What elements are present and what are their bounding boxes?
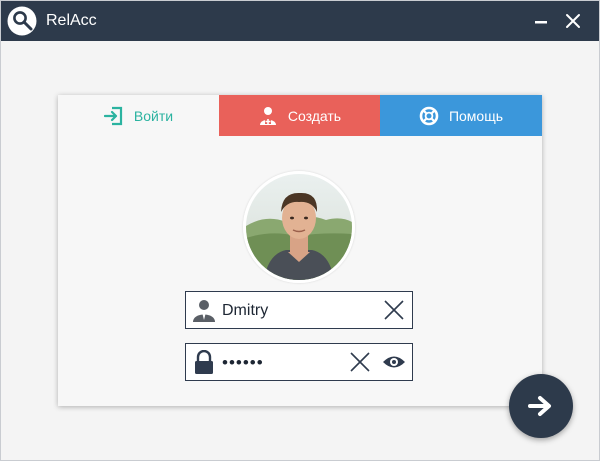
tab-help[interactable]: Помощь xyxy=(380,95,542,136)
tab-login-label: Войти xyxy=(133,107,174,124)
user-avatar xyxy=(243,171,355,283)
password-field xyxy=(185,343,413,381)
clear-password-icon[interactable] xyxy=(350,352,370,372)
username-input[interactable] xyxy=(222,300,372,322)
minimize-button[interactable] xyxy=(531,11,551,31)
sign-in-icon xyxy=(103,106,123,125)
user-icon xyxy=(193,300,215,322)
app-logo-icon xyxy=(7,6,37,36)
add-user-icon xyxy=(259,106,276,125)
tab-create[interactable]: Создать xyxy=(219,95,380,136)
title-bar[interactable]: RelAcc xyxy=(1,1,599,41)
tab-create-label: Создать xyxy=(287,107,342,124)
username-field xyxy=(185,291,413,329)
app-title: RelAcc xyxy=(46,12,97,29)
login-submit-button[interactable] xyxy=(509,374,573,438)
arrow-right-icon xyxy=(528,396,551,416)
clear-username-icon[interactable] xyxy=(384,300,404,320)
login-card: Войти Создать Помощь xyxy=(58,95,542,406)
close-button[interactable] xyxy=(563,11,583,31)
show-password-eye-icon[interactable] xyxy=(382,353,406,371)
lock-icon xyxy=(195,350,213,374)
tab-help-label: Помощь xyxy=(448,107,504,124)
tab-login[interactable]: Войти xyxy=(58,95,219,136)
tab-bar: Войти Создать Помощь xyxy=(58,95,542,136)
password-input[interactable] xyxy=(222,352,342,374)
app-window: RelAcc Войти Создать Помощь Dmitry •••••… xyxy=(0,0,600,461)
lifebuoy-icon xyxy=(419,106,439,125)
